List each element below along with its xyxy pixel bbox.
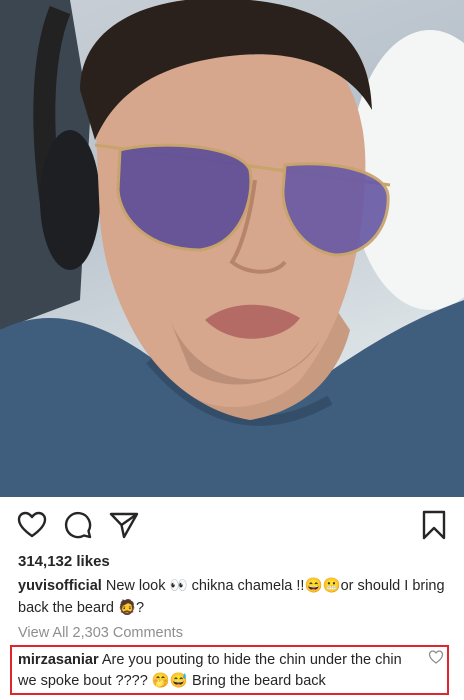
view-all-comments-link[interactable]: View All 2,303 Comments (18, 625, 183, 641)
action-bar (0, 505, 464, 545)
small-heart-icon (428, 650, 444, 664)
post-photo[interactable] (0, 0, 464, 497)
caption-username[interactable]: yuvisofficial (18, 578, 102, 594)
grimace-emoji: 😬 (322, 578, 341, 594)
caption-text: ? (136, 600, 145, 616)
bookmark-icon (422, 510, 446, 540)
post-caption: yuvisofficial New look 👀 chikna chamela … (18, 575, 454, 619)
comment-username[interactable]: mirzasaniar (18, 652, 99, 668)
caption-text: New look (105, 578, 170, 594)
caption-text: chikna chamela !! (187, 578, 305, 594)
selfie-image (0, 0, 464, 497)
eyes-emoji: 👀 (169, 578, 188, 594)
comment-bubble-icon (64, 511, 92, 539)
bearded-person-emoji: 🧔 (117, 600, 137, 616)
comment-like-button[interactable] (428, 649, 444, 665)
comment: mirzasaniar Are you pouting to hide the … (18, 650, 423, 692)
likes-count[interactable]: 314,132 likes (18, 553, 110, 570)
sweat-smile-emoji: 😅 (169, 673, 188, 689)
hand-over-mouth-emoji: 🤭 (151, 673, 170, 689)
paper-plane-icon (109, 512, 139, 539)
share-button[interactable] (108, 509, 140, 541)
heart-icon (17, 511, 47, 538)
comment-text: Bring the beard back (187, 673, 326, 689)
save-button[interactable] (418, 509, 450, 541)
grin-emoji: 😄 (304, 578, 323, 594)
comment-button[interactable] (62, 509, 94, 541)
like-button[interactable] (16, 509, 48, 541)
